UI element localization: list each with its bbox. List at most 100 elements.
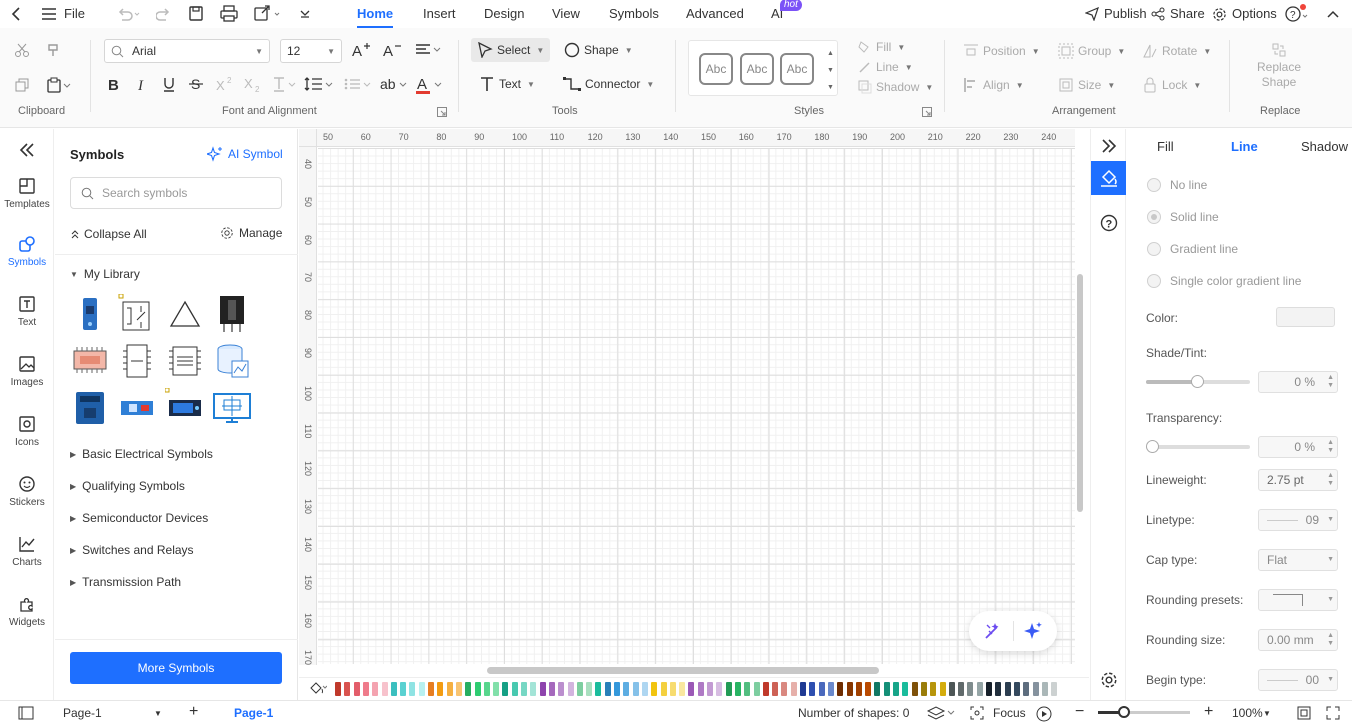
- more-menu-icon[interactable]: [298, 0, 312, 28]
- library-symbol[interactable]: [117, 341, 157, 381]
- color-swatch[interactable]: [660, 682, 667, 696]
- play-icon[interactable]: [1036, 706, 1052, 722]
- color-swatch[interactable]: [688, 682, 695, 696]
- fill-button[interactable]: Fill ▼: [858, 40, 905, 54]
- layout-icon[interactable]: [18, 706, 34, 720]
- color-swatch[interactable]: [865, 682, 872, 696]
- color-swatch[interactable]: [586, 682, 593, 696]
- color-swatch[interactable]: [790, 682, 797, 696]
- save-icon[interactable]: [188, 0, 204, 28]
- color-swatch[interactable]: [623, 682, 630, 696]
- bullet-list-icon[interactable]: [344, 76, 372, 92]
- zoom-slider[interactable]: [1098, 706, 1190, 718]
- color-swatch[interactable]: [827, 682, 834, 696]
- radio-solid-line[interactable]: Solid line: [1147, 210, 1219, 224]
- library-symbol[interactable]: [117, 294, 157, 334]
- rounding-presets-select[interactable]: ▼: [1258, 589, 1338, 611]
- transparency-slider[interactable]: [1146, 440, 1250, 453]
- tab-advanced[interactable]: Advanced: [686, 0, 744, 28]
- copy-icon[interactable]: [14, 77, 30, 93]
- transparency-input[interactable]: 0 % ▲ ▼: [1258, 436, 1338, 458]
- focus-icon[interactable]: [970, 706, 984, 720]
- back-icon[interactable]: [10, 0, 24, 28]
- color-swatch[interactable]: [455, 682, 462, 696]
- sidebar-item-charts[interactable]: Charts: [0, 535, 54, 568]
- color-swatch[interactable]: [614, 682, 620, 696]
- color-swatch[interactable]: [781, 682, 788, 696]
- color-swatch[interactable]: [837, 682, 844, 696]
- increase-font-icon[interactable]: A: [352, 42, 370, 58]
- color-swatch[interactable]: [855, 682, 862, 696]
- drawing-canvas[interactable]: [318, 148, 1075, 664]
- tab-ai[interactable]: AI hot: [771, 0, 802, 28]
- color-swatch[interactable]: [604, 682, 611, 696]
- color-swatch[interactable]: [1013, 682, 1020, 696]
- color-swatch[interactable]: [734, 682, 741, 696]
- layers-icon[interactable]: [927, 706, 955, 720]
- color-swatch[interactable]: [474, 682, 481, 696]
- connector-button[interactable]: Connector ▼: [563, 76, 654, 92]
- magic-wand-icon[interactable]: [983, 622, 1003, 640]
- library-symbol[interactable]: [165, 388, 205, 428]
- search-input[interactable]: Search symbols: [70, 177, 282, 209]
- zoom-out-icon[interactable]: −: [1075, 703, 1084, 721]
- color-swatch[interactable]: [530, 682, 537, 696]
- text-align-icon[interactable]: [414, 42, 444, 58]
- color-swatch[interactable]: [539, 682, 546, 696]
- zoom-slider-thumb[interactable]: [1118, 706, 1130, 718]
- category-qualifying[interactable]: ▶ Qualifying Symbols: [70, 479, 185, 493]
- color-swatch[interactable]: [874, 682, 881, 696]
- superscript-icon[interactable]: X2: [216, 76, 234, 92]
- cut-icon[interactable]: [14, 42, 30, 58]
- color-swatch[interactable]: [390, 682, 397, 696]
- color-swatch[interactable]: [920, 682, 927, 696]
- color-swatch[interactable]: [521, 682, 527, 696]
- tab-line[interactable]: Line: [1231, 139, 1258, 154]
- styles-dialog-launcher-icon[interactable]: [922, 107, 932, 117]
- share-button[interactable]: Share: [1151, 0, 1205, 28]
- color-swatch[interactable]: [707, 682, 713, 696]
- color-swatch[interactable]: [372, 682, 379, 696]
- radio-gradient-line[interactable]: Gradient line: [1147, 242, 1238, 256]
- line-button[interactable]: Line ▼: [858, 60, 913, 74]
- radio-single-gradient[interactable]: Single color gradient line: [1147, 274, 1301, 288]
- category-basic-electrical[interactable]: ▶ Basic Electrical Symbols: [70, 447, 213, 461]
- text-tool-button[interactable]: Text ▼: [479, 76, 535, 92]
- my-library-category[interactable]: ▼ My Library: [70, 267, 140, 281]
- linetype-select[interactable]: 09 ▼: [1258, 509, 1338, 531]
- underline-icon[interactable]: [162, 76, 176, 92]
- ai-symbol-button[interactable]: AI Symbol: [207, 146, 283, 162]
- rounding-size-input[interactable]: 0.00 mm ▲ ▼: [1258, 629, 1338, 651]
- color-swatch[interactable]: [344, 682, 351, 696]
- shape-button[interactable]: Shape ▼: [564, 42, 633, 58]
- vertical-scrollbar[interactable]: [1077, 274, 1083, 512]
- options-button[interactable]: Options: [1212, 0, 1277, 28]
- color-swatch[interactable]: [483, 682, 490, 696]
- select-button[interactable]: Select ▼: [471, 38, 551, 62]
- text-style-icon[interactable]: ab: [380, 76, 408, 92]
- tab-fill[interactable]: Fill: [1157, 139, 1174, 154]
- settings-icon[interactable]: [1100, 671, 1118, 689]
- horizontal-scrollbar[interactable]: [487, 667, 879, 674]
- rotate-button[interactable]: Rotate ▼: [1142, 43, 1211, 59]
- tab-insert[interactable]: Insert: [423, 0, 456, 28]
- fullscreen-icon[interactable]: [1326, 706, 1340, 720]
- color-swatch[interactable]: [362, 682, 369, 696]
- color-swatch[interactable]: [641, 682, 648, 696]
- library-symbol[interactable]: [212, 294, 252, 334]
- slider-thumb[interactable]: [1191, 375, 1204, 388]
- bold-icon[interactable]: B: [106, 76, 120, 92]
- sidebar-item-icons[interactable]: Icons: [0, 415, 54, 448]
- focus-button[interactable]: Focus: [993, 706, 1026, 720]
- color-swatch[interactable]: [725, 682, 732, 696]
- line-spacing-icon[interactable]: [304, 76, 334, 92]
- color-swatch[interactable]: [744, 682, 751, 696]
- text-case-icon[interactable]: [272, 76, 298, 92]
- color-swatch[interactable]: [995, 682, 1002, 696]
- tab-home[interactable]: Home: [357, 0, 394, 28]
- publish-button[interactable]: Publish: [1085, 0, 1147, 28]
- color-swatch[interactable]: [800, 682, 806, 696]
- color-swatch[interactable]: [428, 682, 434, 696]
- color-swatch[interactable]: [753, 682, 760, 696]
- strikethrough-icon[interactable]: S: [189, 76, 203, 92]
